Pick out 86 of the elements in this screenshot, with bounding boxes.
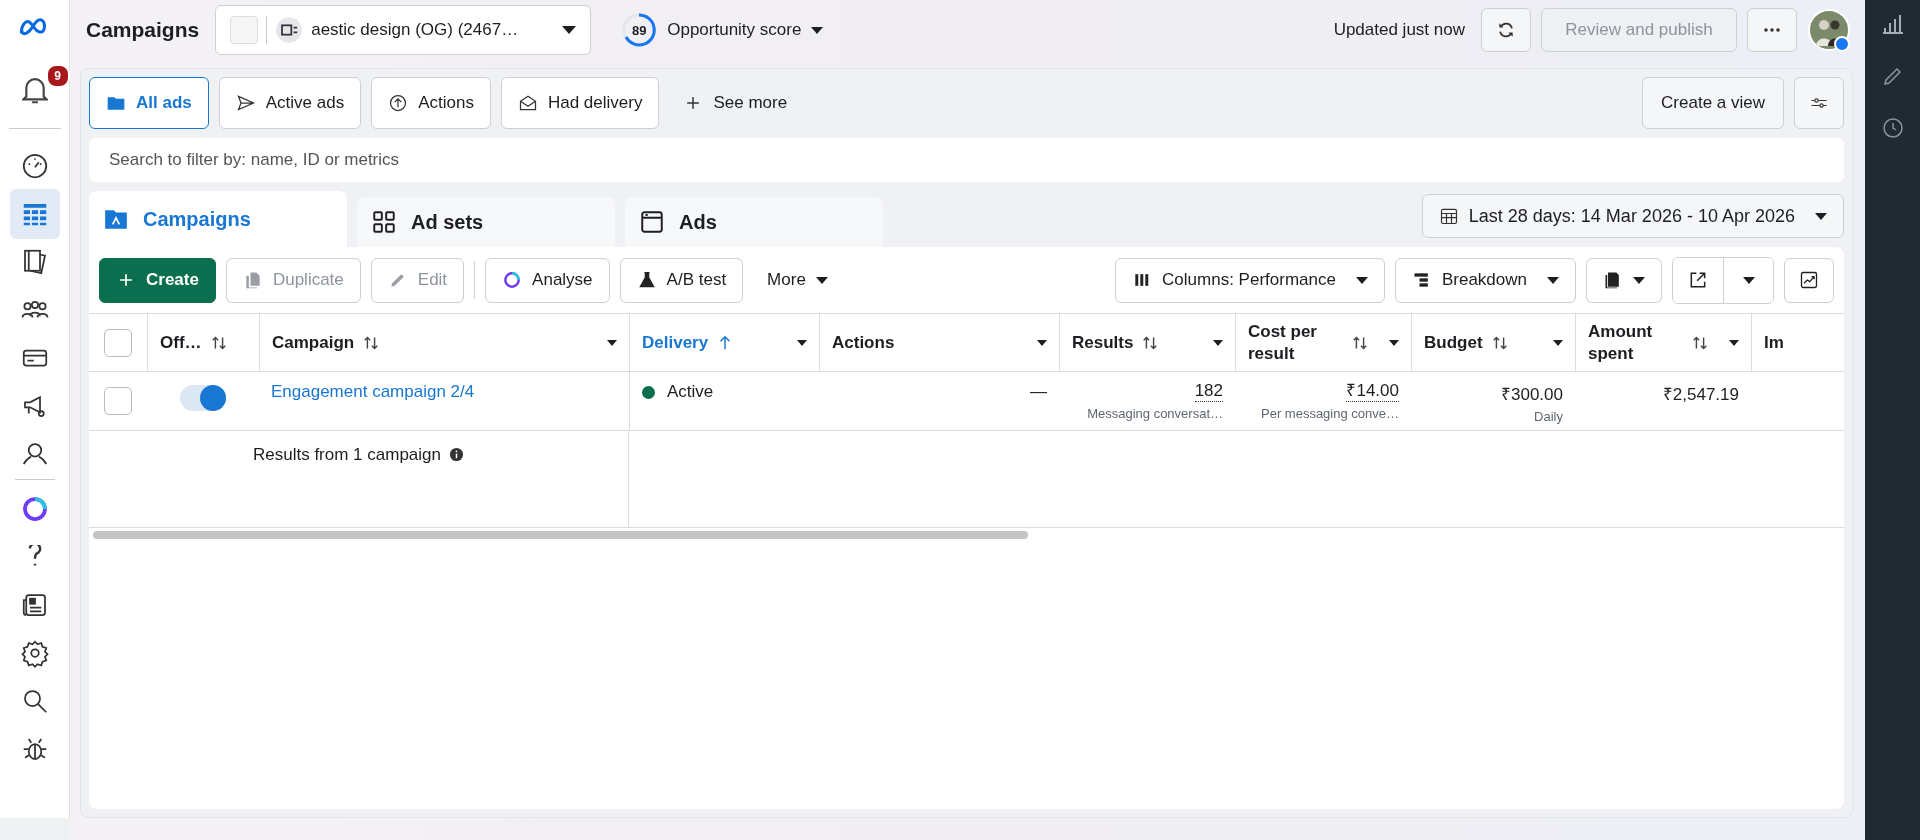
avatar-icon[interactable] bbox=[1807, 8, 1851, 52]
calendar-icon bbox=[1438, 206, 1459, 226]
campaign-link[interactable]: Engagement campaign 2/4 bbox=[271, 382, 475, 402]
budget-value: ₹300.00 bbox=[1501, 384, 1563, 405]
ring-icon bbox=[502, 270, 523, 290]
filter-chip[interactable]: All ads bbox=[89, 77, 209, 129]
more-dropdown[interactable]: More bbox=[753, 270, 842, 290]
caret-icon[interactable] bbox=[1729, 339, 1739, 346]
level-tab[interactable]: Campaigns bbox=[89, 191, 347, 247]
column-header[interactable]: Results bbox=[1059, 314, 1235, 372]
create-view-button[interactable]: Create a view bbox=[1642, 77, 1784, 129]
page-title: Campaigns bbox=[86, 18, 200, 42]
toggle-switch[interactable] bbox=[180, 385, 226, 411]
filter-chip[interactable]: Active ads bbox=[218, 77, 362, 129]
column-header[interactable]: Actions bbox=[819, 314, 1059, 372]
help-icon bbox=[27, 545, 42, 569]
account-thumbnail-icon bbox=[230, 16, 259, 44]
send-icon bbox=[235, 93, 256, 113]
column-header[interactable]: Amount spent bbox=[1575, 314, 1751, 372]
column-header[interactable]: Campaign bbox=[259, 314, 629, 372]
create-button[interactable]: Create bbox=[99, 257, 216, 303]
upload-icon bbox=[388, 93, 409, 113]
bar-chart-icon[interactable] bbox=[1880, 12, 1905, 36]
column-header[interactable]: Delivery bbox=[629, 314, 819, 372]
caret-icon bbox=[815, 276, 828, 284]
export-icon bbox=[1688, 270, 1708, 290]
opportunity-score-button[interactable]: Opportunity score bbox=[667, 20, 824, 40]
chart-button[interactable] bbox=[1784, 257, 1834, 303]
refresh-icon bbox=[1496, 20, 1516, 40]
account-icon bbox=[275, 16, 304, 44]
settings-sliders-button[interactable] bbox=[1794, 77, 1844, 129]
level-tab[interactable]: Ads bbox=[625, 197, 883, 247]
see-more-button[interactable]: See more bbox=[677, 92, 794, 114]
scrollbar[interactable] bbox=[93, 531, 1028, 539]
account-selector[interactable]: aestic design (OG) (2467… bbox=[215, 5, 592, 55]
cost-value[interactable]: ₹14.00 bbox=[1346, 382, 1399, 402]
delivery-status: Active bbox=[667, 382, 714, 402]
filter-chip[interactable]: Had delivery bbox=[500, 77, 660, 129]
caret-icon[interactable] bbox=[607, 339, 617, 346]
caret-icon[interactable] bbox=[1037, 339, 1047, 346]
cost-type: Per messaging conve… bbox=[1261, 405, 1399, 421]
results-value[interactable]: 182 bbox=[1194, 382, 1223, 402]
reports-dropdown[interactable] bbox=[1586, 257, 1662, 303]
info-icon[interactable] bbox=[449, 447, 464, 462]
more-icon bbox=[1764, 28, 1780, 32]
column-header[interactable]: Cost per result bbox=[1235, 314, 1411, 372]
caret-icon bbox=[562, 26, 577, 34]
budget-type: Daily bbox=[1534, 409, 1563, 424]
caret-icon[interactable] bbox=[1213, 339, 1223, 346]
bell-icon[interactable] bbox=[21, 76, 48, 104]
clock-icon[interactable] bbox=[1880, 116, 1905, 140]
refresh-button[interactable] bbox=[1481, 8, 1531, 52]
notification-badge: 9 bbox=[45, 64, 70, 88]
column-header[interactable]: Budget bbox=[1411, 314, 1575, 372]
caret-icon[interactable] bbox=[1553, 339, 1563, 346]
caret-icon bbox=[1547, 276, 1559, 284]
filter-chip[interactable]: Actions bbox=[371, 77, 491, 129]
level-tab[interactable]: Ad sets bbox=[357, 197, 615, 247]
caret-icon[interactable] bbox=[1389, 339, 1399, 346]
settings-icon bbox=[19, 638, 50, 668]
amount-spent-value: ₹2,547.19 bbox=[1662, 384, 1739, 405]
result-type: Messaging conversat… bbox=[1087, 405, 1223, 421]
action-button[interactable]: Analyse bbox=[485, 257, 610, 303]
grid-icon bbox=[371, 209, 397, 235]
score-gauge[interactable]: 89 bbox=[621, 12, 658, 48]
caret-icon bbox=[811, 26, 824, 34]
summary-text: Results from 1 campaign bbox=[253, 445, 441, 465]
select-all-checkbox[interactable] bbox=[104, 328, 132, 357]
row-checkbox[interactable] bbox=[104, 387, 132, 415]
column-header[interactable]: Off… bbox=[147, 314, 259, 372]
caret-icon bbox=[1355, 276, 1368, 284]
columns-dropdown[interactable]: Columns: Performance bbox=[1115, 257, 1385, 303]
breakdown-dropdown[interactable]: Breakdown bbox=[1394, 257, 1576, 303]
column-header[interactable]: Im bbox=[1751, 314, 1844, 372]
caret-icon[interactable] bbox=[797, 339, 807, 346]
window-icon bbox=[639, 209, 665, 235]
update-status: Updated just now bbox=[1333, 20, 1465, 40]
action-button[interactable]: A/B test bbox=[619, 257, 744, 303]
caret-icon bbox=[1742, 276, 1755, 284]
caret-icon bbox=[1815, 212, 1827, 220]
mail-icon bbox=[517, 93, 538, 113]
line-chart-icon bbox=[1799, 270, 1819, 290]
search-field[interactable]: Search to filter by: name, ID or metrics bbox=[89, 138, 1844, 182]
table-cell: — bbox=[1030, 382, 1047, 402]
date-range-picker[interactable]: Last 28 days: 14 Mar 2026 - 10 Apr 2026 bbox=[1421, 194, 1844, 238]
caret-icon bbox=[1633, 276, 1645, 284]
